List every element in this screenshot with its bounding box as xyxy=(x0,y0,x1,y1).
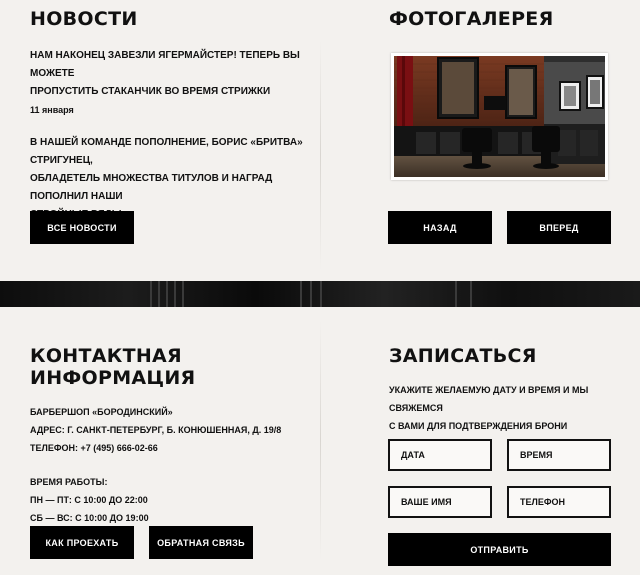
divider-streak xyxy=(182,281,184,307)
news-item-date: 11 января xyxy=(30,105,74,115)
gallery-photo[interactable] xyxy=(391,53,608,180)
booking-description-line: УКАЖИТЕ ЖЕЛАЕМУЮ ДАТУ И ВРЕМЯ И МЫ СВЯЖЕ… xyxy=(389,385,589,413)
divider-streak xyxy=(300,281,302,307)
divider-streak xyxy=(320,281,322,307)
news-item-text-line: ОБЛАДЕТЕЛЬ МНОЖЕСТВА ТИТУЛОВ И НАГРАД ПО… xyxy=(30,173,273,202)
shop-phone: ТЕЛЕФОН: +7 (495) 666-02-66 xyxy=(30,443,158,453)
phone-field[interactable]: ТЕЛЕФОН xyxy=(507,486,611,518)
booking-section: ЗАПИСАТЬСЯ УКАЖИТЕ ЖЕЛАЕМУЮ ДАТУ И ВРЕМЯ… xyxy=(389,345,629,435)
divider-streak xyxy=(310,281,312,307)
news-title: НОВОСТИ xyxy=(30,8,138,30)
gallery-title: ФОТОГАЛЕРЕЯ xyxy=(389,8,554,30)
shop-address: АДРЕС: Г. САНКТ-ПЕТЕРБУРГ, Б. КОНЮШЕННАЯ… xyxy=(30,425,282,435)
news-item-text-line: НАМ НАКОНЕЦ ЗАВЕЗЛИ ЯГЕРМАЙСТЕР! ТЕПЕРЬ … xyxy=(30,50,300,79)
divider-streak xyxy=(174,281,176,307)
divider-streak xyxy=(455,281,457,307)
gallery-prev-button[interactable]: НАЗАД xyxy=(388,211,492,244)
all-news-button[interactable]: ВСЕ НОВОСТИ xyxy=(30,211,134,244)
divider-streak xyxy=(166,281,168,307)
hours-weekdays: ПН — ПТ: С 10:00 ДО 22:00 xyxy=(30,495,148,505)
divider-streak xyxy=(150,281,152,307)
opening-hours: ВРЕМЯ РАБОТЫ: ПН — ПТ: С 10:00 ДО 22:00 … xyxy=(30,473,320,527)
divider-streak xyxy=(470,281,472,307)
news-item-text: НАМ НАКОНЕЦ ЗАВЕЗЛИ ЯГЕРМАЙСТЕР! ТЕПЕРЬ … xyxy=(30,47,320,101)
booking-description: УКАЖИТЕ ЖЕЛАЕМУЮ ДАТУ И ВРЕМЯ И МЫ СВЯЖЕ… xyxy=(389,381,629,435)
gallery-next-button[interactable]: ВПЕРЕД xyxy=(507,211,611,244)
divider-streak xyxy=(158,281,160,307)
booking-description-line: С ВАМИ ДЛЯ ПОДТВЕРЖДЕНИЯ БРОНИ xyxy=(389,421,568,431)
news-item-text-line: ПРОПУСТИТЬ СТАКАНЧИК ВО ВРЕМЯ СТРИЖКИ xyxy=(30,86,271,97)
news-section: НОВОСТИ НАМ НАКОНЕЦ ЗАВЕЗЛИ ЯГЕРМАЙСТЕР!… xyxy=(30,8,320,240)
column-separator xyxy=(320,40,321,270)
hours-title: ВРЕМЯ РАБОТЫ: xyxy=(30,477,108,487)
barbershop-interior-image xyxy=(394,56,605,177)
decorative-divider-band xyxy=(0,281,640,307)
directions-button[interactable]: КАК ПРОЕХАТЬ xyxy=(30,526,134,559)
column-separator xyxy=(320,320,321,560)
contacts-details: БАРБЕРШОП «БОРОДИНСКИЙ» АДРЕС: Г. САНКТ-… xyxy=(30,403,320,457)
news-item-text-line: В НАШЕЙ КОМАНДЕ ПОПОЛНЕНИЕ, БОРИС «БРИТВ… xyxy=(30,137,303,166)
submit-button[interactable]: ОТПРАВИТЬ xyxy=(388,533,611,566)
contacts-section: КОНТАКТНАЯ ИНФОРМАЦИЯ БАРБЕРШОП «БОРОДИН… xyxy=(30,345,320,527)
date-field[interactable]: ДАТА xyxy=(388,439,492,471)
contacts-title: КОНТАКТНАЯ ИНФОРМАЦИЯ xyxy=(30,345,196,389)
feedback-button[interactable]: ОБРАТНАЯ СВЯЗЬ xyxy=(149,526,253,559)
time-field[interactable]: ВРЕМЯ xyxy=(507,439,611,471)
news-item: НАМ НАКОНЕЦ ЗАВЕЗЛИ ЯГЕРМАЙСТЕР! ТЕПЕРЬ … xyxy=(30,47,320,117)
gallery-section: ФОТОГАЛЕРЕЯ xyxy=(389,8,554,30)
hours-weekend: СБ — ВС: С 10:00 ДО 19:00 xyxy=(30,513,149,523)
name-field[interactable]: ВАШЕ ИМЯ xyxy=(388,486,492,518)
booking-title: ЗАПИСАТЬСЯ xyxy=(389,345,537,367)
shop-name: БАРБЕРШОП «БОРОДИНСКИЙ» xyxy=(30,407,173,417)
